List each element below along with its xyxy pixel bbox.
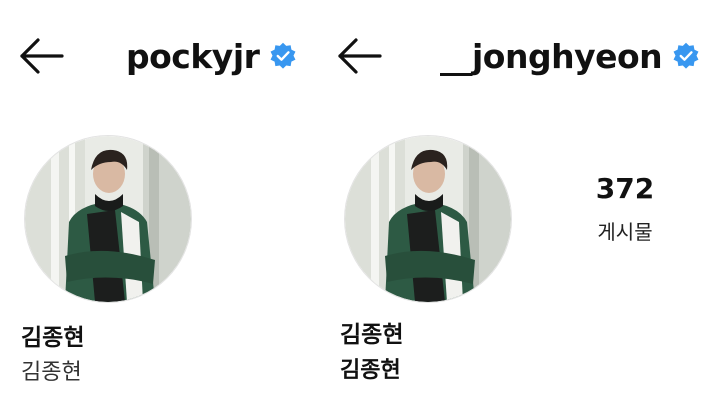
arrow-left-icon — [20, 38, 64, 74]
username-header[interactable]: __jonghyeon — [440, 30, 700, 82]
profile-panel-pockyjr: pockyjr 김종현 김종현 — [0, 0, 316, 405]
avatar[interactable] — [24, 135, 192, 303]
username-header[interactable]: pockyjr — [126, 30, 297, 82]
posts-stat[interactable]: 372 게시물 — [580, 172, 670, 245]
verified-badge-icon — [673, 42, 699, 69]
username: __jonghyeon — [440, 36, 663, 76]
profile-photo — [345, 136, 511, 302]
display-name: 김종현 — [340, 322, 404, 348]
bio-text: 김종현 — [21, 360, 82, 385]
posts-label: 게시물 — [597, 220, 653, 244]
bio-text: 김종현 — [340, 358, 401, 383]
posts-count: 372 — [595, 172, 655, 205]
display-name: 김종현 — [21, 325, 85, 351]
profile-panel-jonghyeon: __jonghyeon 372 게시물 김종현 김종현 — [318, 0, 720, 405]
verified-badge-icon — [270, 42, 296, 69]
avatar[interactable] — [344, 135, 512, 303]
username: pockyjr — [126, 36, 260, 76]
profile-photo — [25, 136, 191, 302]
arrow-left-icon — [338, 38, 382, 74]
back-button[interactable] — [336, 36, 382, 76]
back-button[interactable] — [18, 36, 64, 76]
